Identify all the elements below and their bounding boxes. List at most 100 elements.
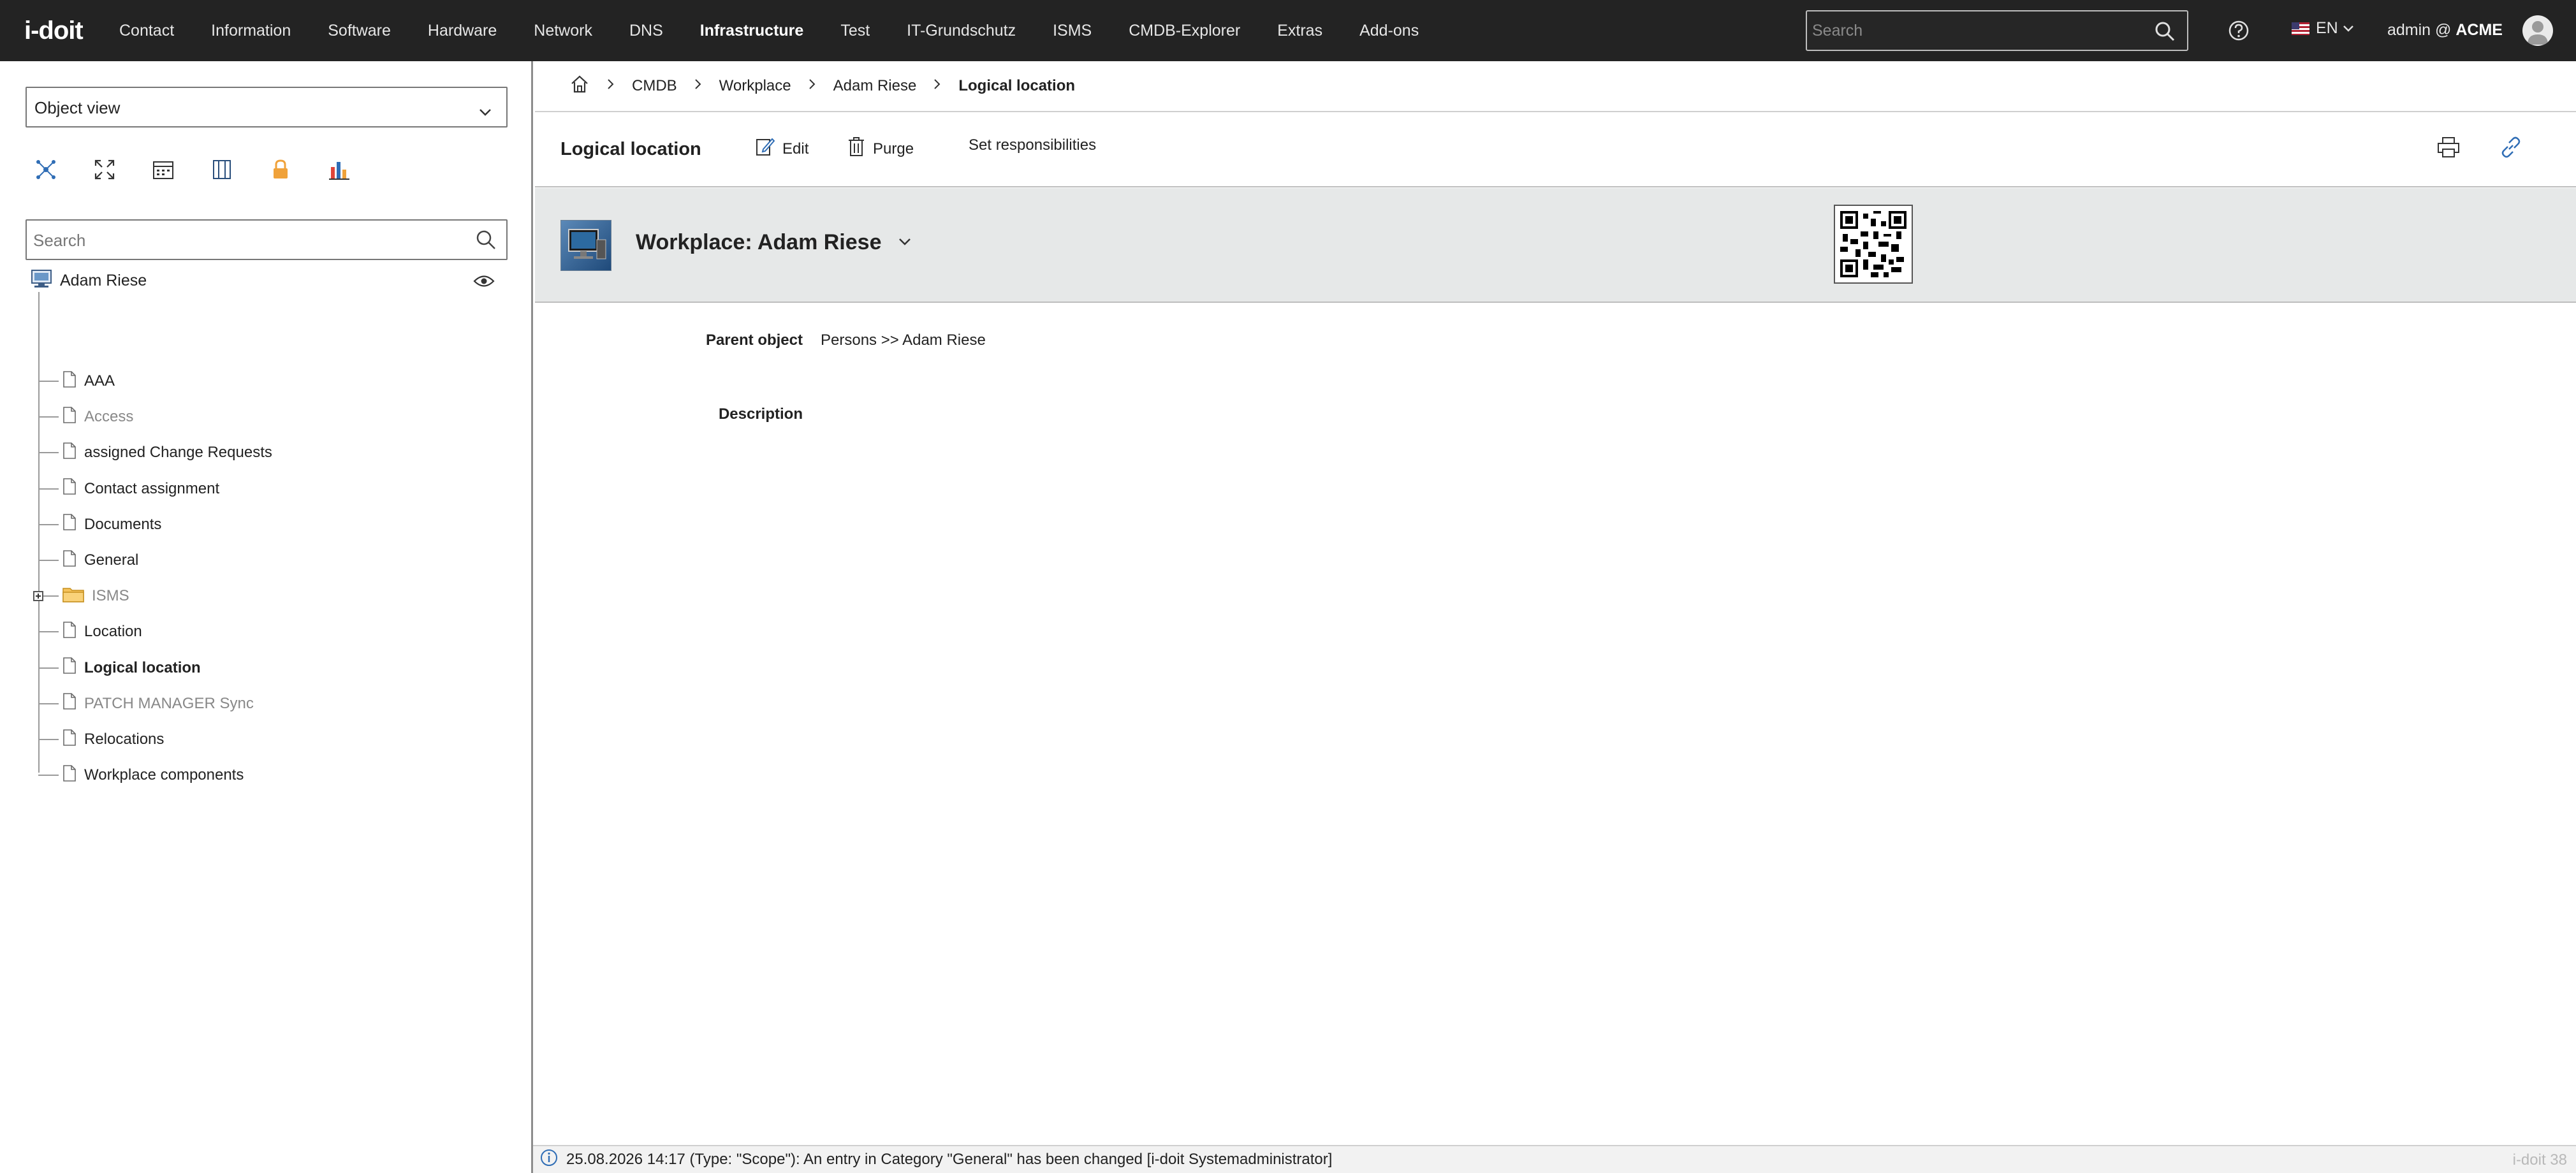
document-icon (62, 550, 77, 572)
tree-root-object[interactable]: Adam Riese (31, 269, 147, 293)
tree-item-patch-manager-sync[interactable]: PATCH MANAGER Sync (38, 691, 254, 717)
document-icon (62, 692, 77, 715)
statistics-icon[interactable] (328, 158, 386, 184)
us-flag-icon (2292, 22, 2309, 35)
tree-connector (38, 739, 59, 740)
tree-item-isms[interactable]: ISMS (33, 583, 129, 609)
tree-search-input[interactable] (33, 228, 454, 252)
document-icon (62, 764, 77, 787)
nav-item-software[interactable]: Software (328, 22, 391, 40)
object-title: Workplace: Adam Riese (636, 230, 882, 254)
main-menu: Contact Information Software Hardware Networ… (119, 0, 1456, 61)
help-icon[interactable] (2228, 20, 2250, 45)
tree-connector (38, 631, 59, 633)
tree-connector (38, 775, 59, 776)
folder-icon (62, 586, 84, 607)
nav-item-test[interactable]: Test (840, 22, 870, 40)
nav-item-extras[interactable]: Extras (1277, 22, 1322, 40)
tree-connector (38, 667, 59, 669)
status-message: 25.08.2026 14:17 (Type: "Scope"): An ent… (566, 1151, 1333, 1168)
category-toolbar: Logical location Edit Purge Set responsi… (535, 112, 2576, 187)
workplace-object-image (560, 220, 611, 271)
parent-object-value[interactable]: Persons >> Adam Riese (821, 332, 986, 349)
print-icon[interactable] (2436, 135, 2461, 163)
workplace-icon (31, 269, 52, 293)
calendar-icon[interactable] (152, 158, 210, 184)
tree-connector (38, 452, 59, 454)
expand-icon[interactable] (93, 158, 152, 184)
top-navigation-bar: i-doit Contact Information Software Hardwar… (0, 0, 2576, 61)
breadcrumb-item[interactable]: Workplace (719, 77, 791, 95)
eye-icon[interactable] (473, 274, 495, 291)
global-search-input[interactable] (1812, 18, 2144, 43)
tree-item-logical-location[interactable]: Logical location (38, 655, 201, 681)
tree-connector (38, 703, 59, 704)
edit-button[interactable]: Edit (756, 136, 809, 161)
nav-item-information[interactable]: Information (211, 22, 291, 40)
chevron-right-icon (606, 77, 615, 95)
relations-icon[interactable] (34, 158, 93, 184)
nav-item-network[interactable]: Network (534, 22, 592, 40)
nav-item-it-grundschutz[interactable]: IT-Grundschutz (907, 22, 1016, 40)
document-icon (62, 729, 77, 751)
info-icon (539, 1148, 559, 1172)
chevron-right-icon (808, 77, 817, 95)
tree-item-access[interactable]: Access (38, 404, 133, 430)
description-label: Description (718, 405, 803, 423)
breadcrumb-item[interactable]: CMDB (632, 77, 677, 95)
chevron-right-icon (933, 77, 942, 95)
nav-item-infrastructure[interactable]: Infrastructure (700, 22, 804, 40)
tree-item-assigned-change-requests[interactable]: assigned Change Requests (38, 440, 272, 465)
tree-connector (38, 488, 59, 490)
search-icon[interactable] (2154, 20, 2176, 45)
chevron-down-icon (2343, 25, 2353, 32)
chevron-down-icon (478, 102, 492, 122)
view-select[interactable]: Object view (26, 87, 508, 127)
trash-icon (847, 136, 865, 161)
document-icon (62, 477, 77, 500)
home-icon[interactable] (569, 74, 590, 99)
nav-item-add-ons[interactable]: Add-ons (1359, 22, 1419, 40)
tree-search (26, 219, 508, 260)
nav-item-cmdb-explorer[interactable]: CMDB-Explorer (1129, 22, 1240, 40)
tree-item-aaa[interactable]: AAA (38, 368, 115, 394)
tree-item-workplace-components[interactable]: Workplace components (38, 762, 244, 788)
document-icon (62, 657, 77, 679)
nav-item-isms[interactable]: ISMS (1053, 22, 1092, 40)
set-responsibilities-button[interactable]: Set responsibilities (969, 136, 1096, 154)
search-icon[interactable] (474, 228, 497, 254)
purge-button[interactable]: Purge (847, 136, 914, 161)
qr-code[interactable] (1834, 205, 1913, 284)
document-icon (62, 406, 77, 428)
rack-icon[interactable] (210, 158, 269, 184)
object-header: Workplace: Adam Riese (535, 188, 2576, 303)
breadcrumb-item[interactable]: Adam Riese (833, 77, 917, 95)
chevron-right-icon (694, 77, 703, 95)
tree-item-relocations[interactable]: Relocations (38, 727, 164, 752)
tree-item-location[interactable]: Location (38, 619, 142, 645)
nav-item-contact[interactable]: Contact (119, 22, 174, 40)
nav-item-dns[interactable]: DNS (629, 22, 663, 40)
left-sidebar: Object view Adam (0, 61, 533, 1173)
document-icon (62, 621, 77, 643)
user-menu[interactable]: admin @ ACME (2387, 21, 2503, 40)
document-icon (62, 442, 77, 464)
language-selector[interactable]: EN (2292, 19, 2355, 38)
avatar[interactable] (2522, 15, 2553, 46)
tree-item-general[interactable]: General (38, 548, 138, 573)
category-title: Logical location (560, 139, 701, 159)
tree-connector (38, 560, 59, 561)
nav-item-hardware[interactable]: Hardware (428, 22, 497, 40)
tree-connector (38, 416, 59, 418)
document-icon (62, 370, 77, 393)
parent-object-label: Parent object (705, 332, 803, 349)
chevron-down-icon[interactable] (897, 237, 912, 250)
tree-connector (38, 523, 59, 525)
expand-icon[interactable] (33, 591, 43, 602)
tree-item-contact-assignment[interactable]: Contact assignment (38, 476, 219, 502)
tree-item-documents[interactable]: Documents (38, 512, 161, 537)
lock-icon[interactable] (269, 158, 328, 184)
i-doit-logo[interactable]: i-doit (24, 15, 84, 46)
link-icon[interactable] (2499, 135, 2523, 163)
breadcrumb-current: Logical location (958, 77, 1076, 94)
